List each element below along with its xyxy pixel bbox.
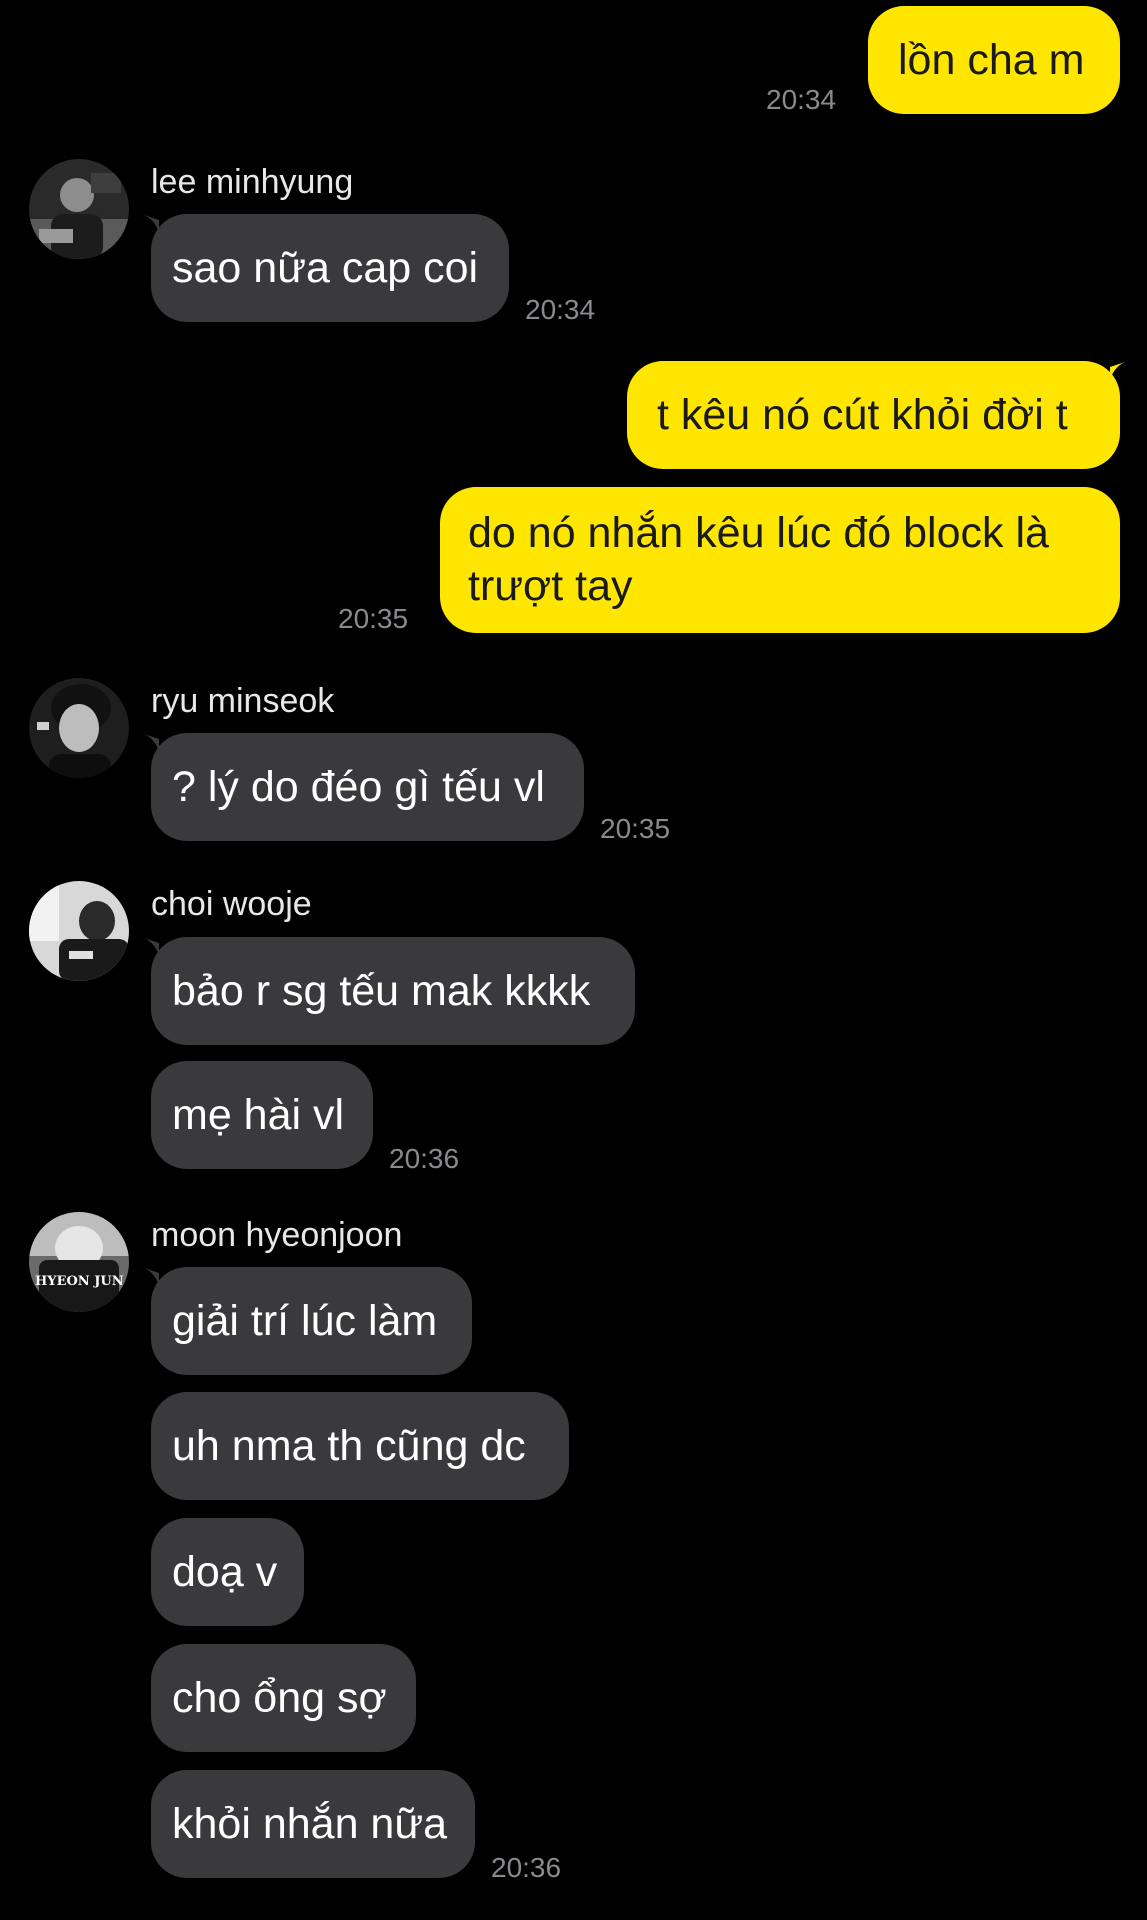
outgoing-message[interactable]: t kêu nó cút khỏi đời t [627, 361, 1120, 469]
incoming-message[interactable]: cho ổng sợ [151, 1644, 416, 1752]
incoming-message[interactable]: sao nữa cap coi [151, 214, 509, 322]
sender-name: moon hyeonjoon [151, 1216, 403, 1254]
message-timestamp: 20:36 [389, 1143, 460, 1174]
message-text: t kêu nó cút khỏi đời t [657, 390, 1068, 439]
message-text: sao nữa cap coi [172, 243, 479, 292]
incoming-message[interactable]: khỏi nhắn nữa [151, 1770, 475, 1878]
sender-name: ryu minseok [151, 682, 335, 720]
outgoing-message[interactable]: lồn cha m [868, 6, 1120, 114]
avatar-photo-icon [29, 1212, 129, 1312]
message-text: bảo r sg tếu mak kkkk [172, 966, 591, 1015]
sender-name: lee minhyung [151, 163, 354, 201]
avatar[interactable]: HYEON JUN [29, 1212, 129, 1312]
message-timestamp: 20:35 [338, 603, 409, 634]
message-timestamp: 20:34 [766, 84, 837, 115]
avatar[interactable] [29, 159, 129, 259]
message-text: ? lý do đéo gì tếu vl [172, 762, 545, 811]
bubble-tail-icon [1110, 361, 1128, 379]
message-timestamp: 20:35 [600, 813, 671, 844]
incoming-message[interactable]: uh nma th cũng dc [151, 1392, 569, 1500]
avatar-jersey-text: HYEON JUN [35, 1274, 124, 1289]
avatar-photo-icon [29, 881, 129, 981]
outgoing-message[interactable]: do nó nhắn kêu lúc đó block là trượt tay [440, 487, 1120, 633]
avatar[interactable] [29, 881, 129, 981]
message-text: mẹ hài vl [172, 1090, 345, 1139]
incoming-message[interactable]: doạ v [151, 1518, 304, 1626]
message-text: khỏi nhắn nữa [172, 1799, 448, 1848]
message-text: giải trí lúc làm [172, 1296, 438, 1345]
avatar-photo-icon [29, 678, 129, 778]
message-timestamp: 20:36 [491, 1852, 562, 1883]
incoming-message[interactable]: bảo r sg tếu mak kkkk [151, 937, 635, 1045]
incoming-message[interactable]: giải trí lúc làm [151, 1267, 472, 1375]
message-text: cho ổng sợ [172, 1673, 387, 1722]
sender-name: choi wooje [151, 885, 312, 923]
incoming-message[interactable]: mẹ hài vl [151, 1061, 373, 1169]
message-text: doạ v [172, 1547, 278, 1596]
avatar-photo-icon [29, 159, 129, 259]
message-text: uh nma th cũng dc [172, 1421, 526, 1470]
message-text: lồn cha m [898, 35, 1085, 84]
avatar[interactable] [29, 678, 129, 778]
message-timestamp: 20:34 [525, 294, 596, 325]
message-text: do nó nhắn kêu lúc đó block là trượt tay [468, 509, 1049, 610]
incoming-message[interactable]: ? lý do đéo gì tếu vl [151, 733, 584, 841]
